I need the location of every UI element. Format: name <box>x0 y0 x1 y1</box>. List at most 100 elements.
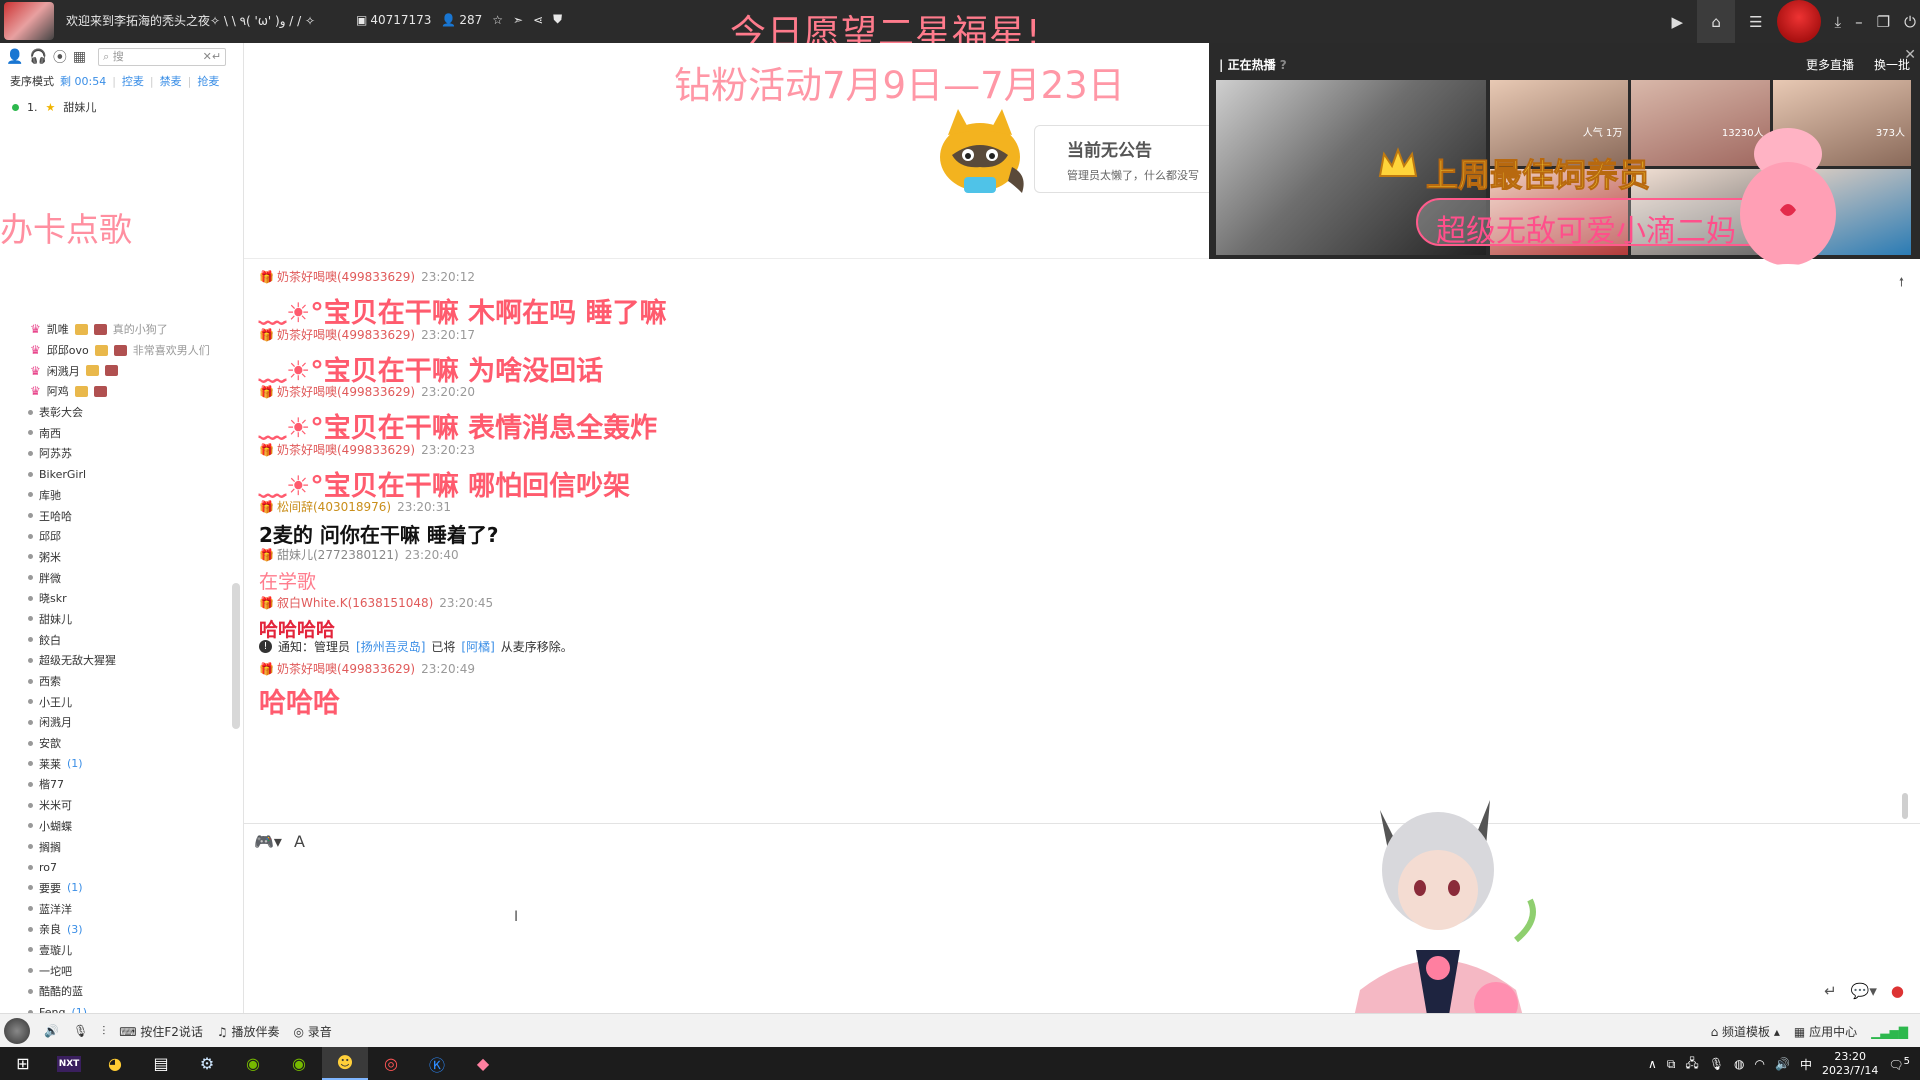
wechat-icon[interactable]: ◍ <box>1734 1057 1744 1071</box>
member-list-item[interactable]: 表彰大会 <box>0 402 244 423</box>
member-list-item[interactable]: 库驰 <box>0 485 244 506</box>
game-icon[interactable]: ☻ <box>322 1047 368 1080</box>
nvidia-icon[interactable]: ◉ <box>230 1047 276 1080</box>
volume-icon[interactable]: 🔊 <box>1775 1057 1790 1071</box>
help-icon[interactable]: ? <box>1280 58 1287 72</box>
message-sender[interactable]: 奶茶好喝噢(499833629) <box>277 326 415 343</box>
favorite-icon[interactable]: ☆ <box>492 13 503 27</box>
member-list-item[interactable]: 小蝴蝶 <box>0 816 244 837</box>
clock[interactable]: 23:20 2023/7/14 <box>1822 1050 1878 1078</box>
location-icon[interactable]: ⦿ <box>53 47 67 67</box>
push-to-talk-button[interactable]: ⌨ 按住F2说话 <box>119 1023 203 1040</box>
restore-icon[interactable]: ❐ <box>1877 13 1890 31</box>
record-icon[interactable]: ● <box>1891 982 1904 1000</box>
member-search-input[interactable]: ⌕ 搜 ✕↵ <box>98 48 227 66</box>
member-list-item[interactable]: 小王儿 <box>0 691 244 712</box>
member-list-item[interactable]: 阿苏苏 <box>0 443 244 464</box>
kugou-icon[interactable]: Ⓚ <box>414 1047 460 1080</box>
member-list-item[interactable]: Feng (1) <box>0 1002 244 1013</box>
member-list-item[interactable]: 米米可 <box>0 795 244 816</box>
font-style-icon[interactable]: A <box>294 832 305 851</box>
tray-expand-icon[interactable]: ∧ <box>1648 1057 1657 1071</box>
member-list-item[interactable]: 壹璇儿 <box>0 940 244 961</box>
speaker-icon[interactable]: 🔊 <box>44 1024 59 1038</box>
video-icon[interactable]: ▶ <box>1672 13 1684 31</box>
minimize-icon[interactable]: – <box>1855 13 1863 31</box>
message-sender[interactable]: 奶茶好喝噢(499833629) <box>277 383 415 400</box>
message-input-area[interactable]: 🎮▾ A I ↵ 💬▾ ● <box>244 823 1920 1013</box>
member-list-item[interactable]: 闲溅月 <box>0 712 244 733</box>
member-list-item[interactable]: 胖微 <box>0 567 244 588</box>
accompany-button[interactable]: ♫ 播放伴奏 <box>217 1023 280 1040</box>
member-list-item[interactable]: ♛ 阿鸡 <box>0 381 244 402</box>
microphone-icon[interactable]: 🎙 <box>73 1024 88 1038</box>
notice-target-link[interactable]: [阿橘] <box>461 638 494 655</box>
member-list-item[interactable]: 酷酷的蓝 <box>0 981 244 1002</box>
member-list-item[interactable]: 安歆 <box>0 733 244 754</box>
grab-mic-link[interactable]: 抢麦 <box>197 73 219 89</box>
member-list-item[interactable]: 西索 <box>0 671 244 692</box>
notice-admin-link[interactable]: [扬州吾灵岛] <box>356 638 425 655</box>
list-icon[interactable]: ☰ <box>1749 13 1762 31</box>
scroll-top-icon[interactable]: 🠕 <box>1899 273 1904 294</box>
chrome-icon[interactable]: ◕ <box>92 1047 138 1080</box>
chat-mode-icon[interactable]: 💬▾ <box>1851 982 1877 1000</box>
nvidia2-icon[interactable]: ◉ <box>276 1047 322 1080</box>
forward-icon[interactable]: ➣ <box>513 13 523 27</box>
member-list-item[interactable]: 搁搁 <box>0 836 244 857</box>
home-icon[interactable]: ⌂ <box>1697 0 1736 43</box>
steam-icon[interactable]: ⚙ <box>184 1047 230 1080</box>
mic-queue-item[interactable]: 1. ★ 甜妹儿 <box>0 91 243 115</box>
channel-avatar[interactable] <box>4 2 54 40</box>
equalizer-icon[interactable]: ⫶ <box>102 1024 105 1039</box>
member-list-item[interactable]: 甜妹儿 <box>0 609 244 630</box>
member-list-item[interactable]: 蓝洋洋 <box>0 898 244 919</box>
sidebar-scrollbar[interactable] <box>232 583 240 729</box>
shield-icon[interactable]: ⛊ <box>553 12 562 27</box>
member-list-item[interactable]: 一坨吧 <box>0 960 244 981</box>
member-list-item[interactable]: 楷77 <box>0 774 244 795</box>
wifi-icon[interactable]: ◠ <box>1755 1057 1765 1071</box>
send-icon[interactable]: ↵ <box>1824 982 1837 1000</box>
message-sender[interactable]: 奶茶好喝噢(499833629) <box>277 268 415 285</box>
member-list-item[interactable]: 亲良 (3) <box>0 919 244 940</box>
member-list-item[interactable]: ♛ 闲溅月 <box>0 360 244 381</box>
record-button[interactable]: ◎ 录音 <box>293 1023 331 1040</box>
member-list-item[interactable]: ♛ 邱邱ovo 非常喜欢男人们 <box>0 340 244 361</box>
member-list-item[interactable]: 餃白 <box>0 629 244 650</box>
app-center-button[interactable]: ▦ 应用中心 <box>1794 1023 1857 1040</box>
member-list-item[interactable]: 晓skr <box>0 588 244 609</box>
ban-mic-link[interactable]: 禁麦 <box>160 73 182 89</box>
headset-icon[interactable]: 🎧 <box>29 49 46 65</box>
chat-scrollbar[interactable] <box>1902 793 1908 819</box>
tray-app-icon[interactable]: ⧉ <box>1667 1057 1676 1072</box>
terminal-icon[interactable]: ▤ <box>138 1047 184 1080</box>
member-list-item[interactable]: ♛ 凯唯 真的小狗了 <box>0 319 244 340</box>
network-icon[interactable]: 🖧 <box>1685 1054 1698 1075</box>
browser-icon[interactable]: ◎ <box>368 1047 414 1080</box>
download-icon[interactable]: ⤓ <box>1835 13 1842 31</box>
user-avatar[interactable] <box>4 1018 30 1044</box>
windows-icon[interactable]: ⊞ <box>0 1047 46 1080</box>
gamepad-icon[interactable]: 🎮▾ <box>254 832 282 851</box>
more-live-link[interactable]: 更多直播 <box>1806 56 1854 73</box>
pink-app-icon[interactable]: ◆ <box>460 1047 506 1080</box>
share-icon[interactable]: ⋖ <box>533 13 543 27</box>
member-list-item[interactable]: 莱莱 (1) <box>0 753 244 774</box>
member-list-item[interactable]: 南西 <box>0 422 244 443</box>
member-list-item[interactable]: 要要 (1) <box>0 878 244 899</box>
message-sender[interactable]: 叙白White.K(1638151048) <box>277 594 433 611</box>
control-mic-link[interactable]: 控麦 <box>122 73 144 89</box>
message-sender[interactable]: 松间辞(403018976) <box>277 498 391 515</box>
message-sender[interactable]: 奶茶好喝噢(499833629) <box>277 441 415 458</box>
user-icon[interactable]: 👤 <box>6 49 23 65</box>
member-list-item[interactable]: ro7 <box>0 857 244 878</box>
member-list-item[interactable]: BikerGirl <box>0 464 244 485</box>
member-list-item[interactable]: 超级无敌大猩猩 <box>0 650 244 671</box>
notification-icon[interactable]: 🗨5 <box>1888 1056 1910 1072</box>
message-sender[interactable]: 奶茶好喝噢(499833629) <box>277 660 415 677</box>
close-icon[interactable]: ✕ <box>1904 47 1916 63</box>
member-list-item[interactable]: 邱邱 <box>0 526 244 547</box>
clear-icon[interactable]: ✕↵ <box>203 49 221 65</box>
member-list-item[interactable]: 粥米 <box>0 547 244 568</box>
